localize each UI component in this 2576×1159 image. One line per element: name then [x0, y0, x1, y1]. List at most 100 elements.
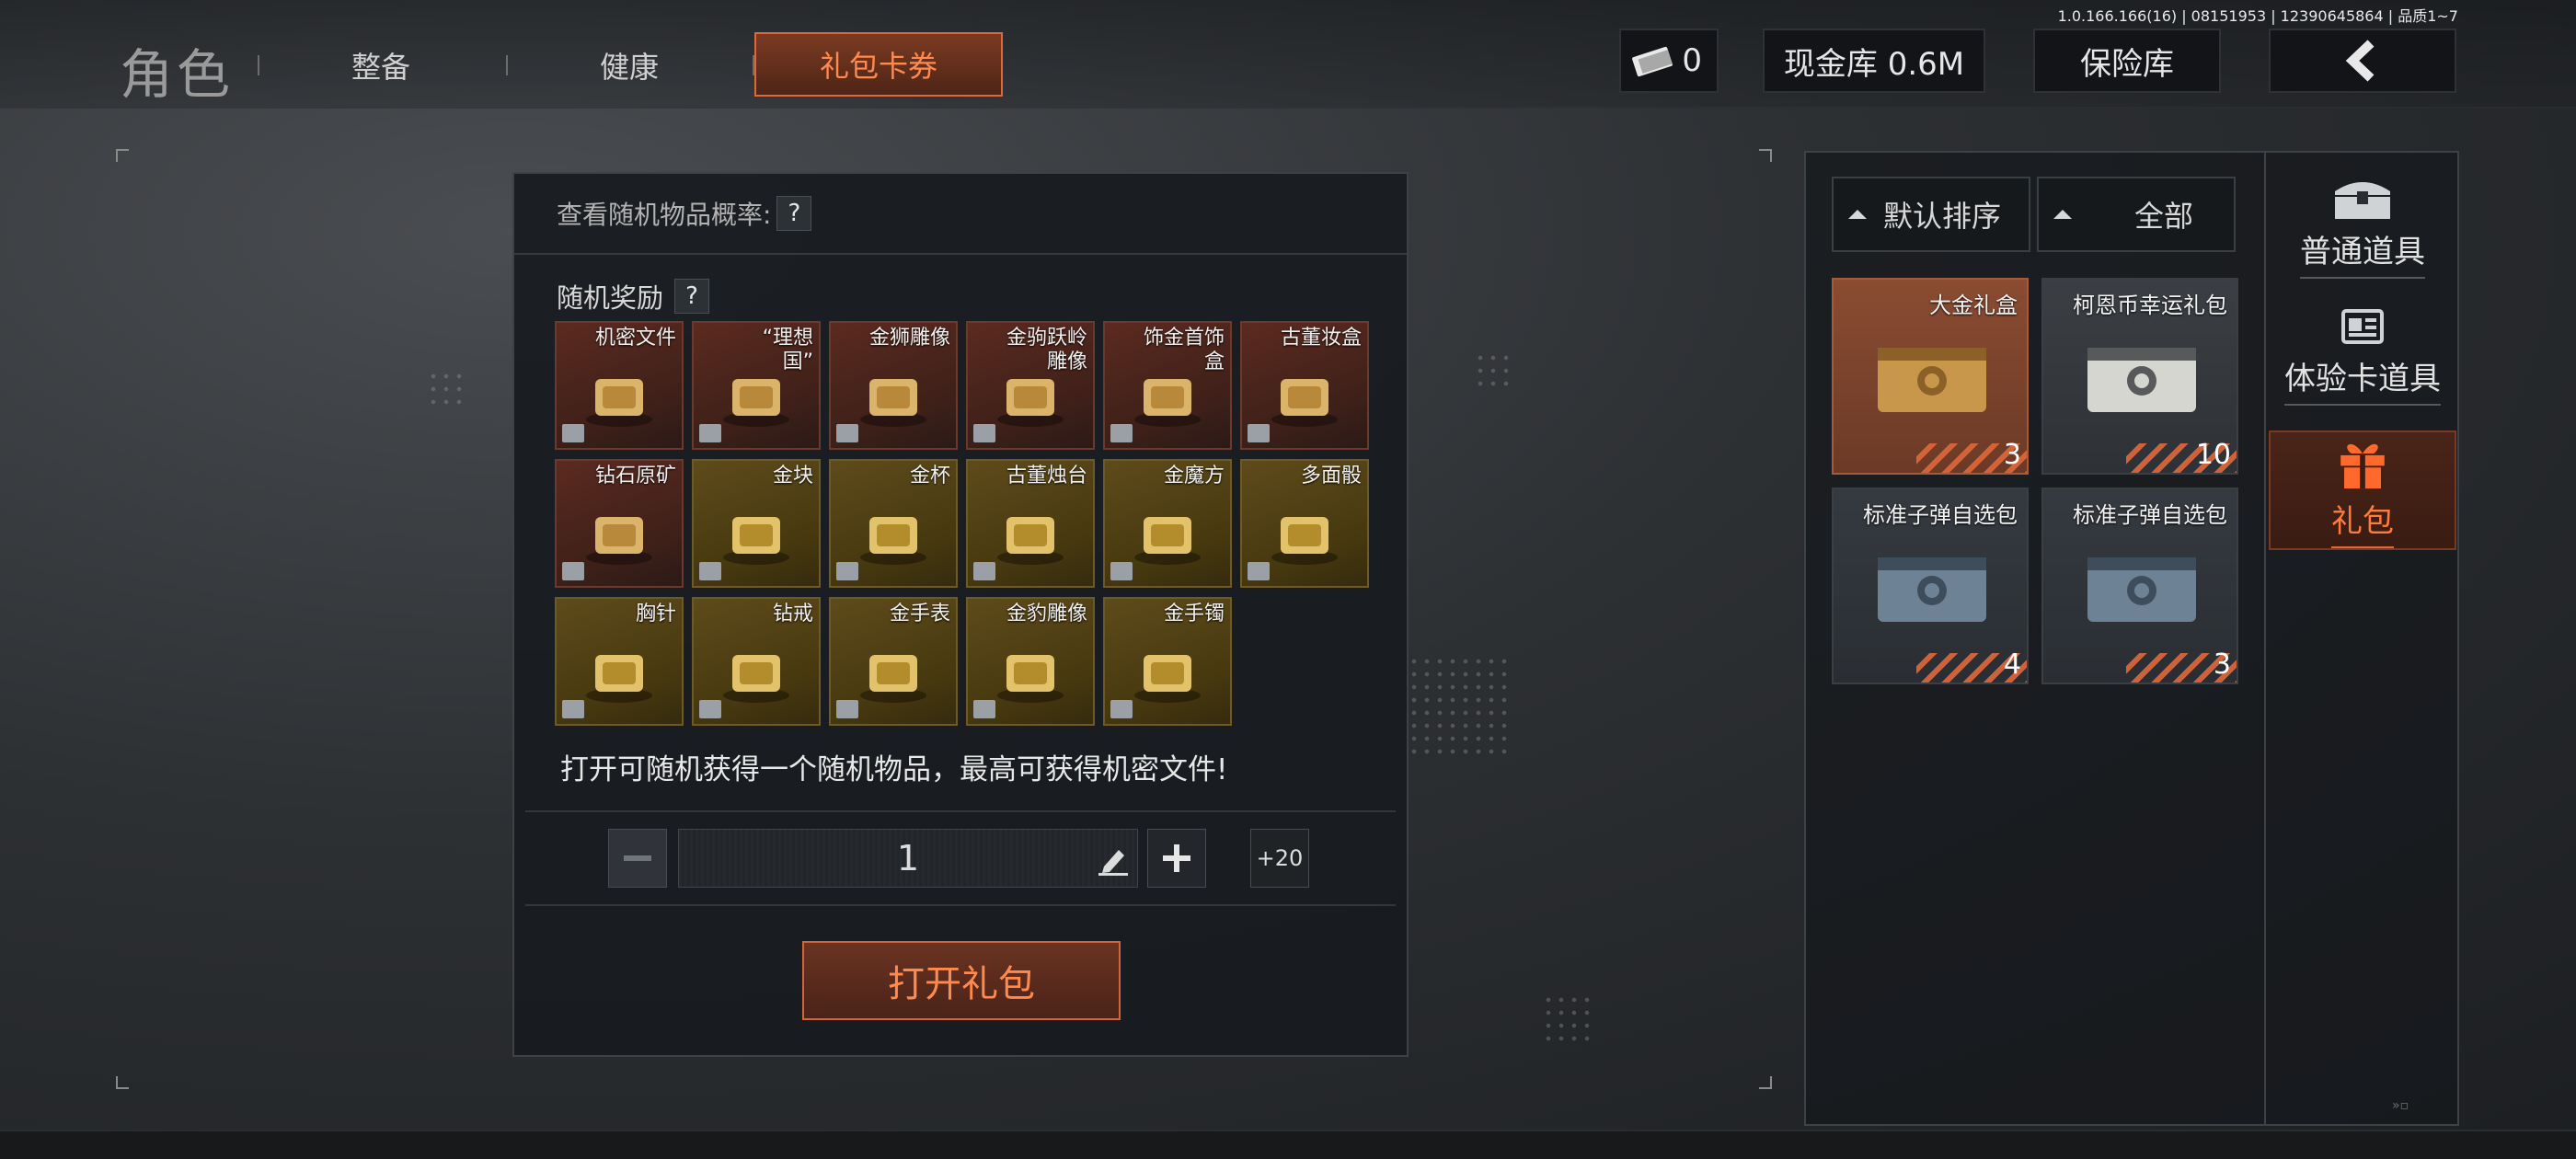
- item-box-icon: [699, 700, 721, 718]
- reward-item-label: 古董妆盒: [1280, 327, 1362, 350]
- gold-cube-icon: [1134, 516, 1201, 565]
- quantity-value: 1: [896, 838, 920, 878]
- category-divider: [2264, 153, 2266, 1124]
- reward-item[interactable]: 饰金首饰 盒: [1103, 321, 1232, 450]
- frame-corner: [1759, 149, 1772, 162]
- inventory-card[interactable]: 标准子弹自选包 3: [2041, 488, 2238, 684]
- safe-vault-button[interactable]: 保险库: [2033, 29, 2221, 93]
- edit-pencil-icon: [1098, 850, 1128, 876]
- reward-item-label: 机密文件: [594, 327, 676, 350]
- inventory-card[interactable]: 大金礼盒 3: [1832, 278, 2029, 475]
- reward-item[interactable]: 胸针: [555, 597, 684, 726]
- category-normal-items[interactable]: 普通道具: [2269, 175, 2456, 289]
- divider: [525, 810, 1396, 812]
- reward-item[interactable]: 钻石原矿: [555, 459, 684, 588]
- expand-icon: »▫: [2392, 1098, 2409, 1113]
- decor-dots: [1474, 351, 1511, 388]
- raw-diamond-icon: [586, 516, 652, 565]
- item-box-icon: [699, 562, 721, 580]
- gold-cup-icon: [860, 516, 926, 565]
- filter-dropdown[interactable]: 全部: [2037, 177, 2236, 252]
- quantity-input[interactable]: 1: [678, 829, 1138, 888]
- sort-dropdown[interactable]: 默认排序: [1832, 177, 2030, 252]
- reward-item[interactable]: 金魔方: [1103, 459, 1232, 588]
- caret-up-icon: [2053, 210, 2072, 219]
- tab-equipment[interactable]: 整备: [351, 44, 410, 86]
- reward-item[interactable]: 金狮雕像: [829, 321, 958, 450]
- ammo-box-icon: [1878, 557, 1986, 622]
- decor-dots: [427, 370, 464, 407]
- inventory-card[interactable]: 标准子弹自选包 4: [1832, 488, 2029, 684]
- decor-dots: [1542, 993, 1593, 1045]
- chest-icon: [2335, 182, 2390, 219]
- gold-leopard-icon: [997, 654, 1064, 703]
- cash-vault-button[interactable]: 现金库 0.6M: [1763, 29, 1985, 93]
- reward-item-label: 胸针: [635, 602, 676, 625]
- item-box-icon: [836, 700, 858, 718]
- item-box-icon: [1110, 424, 1133, 442]
- reward-item[interactable]: 古董妆盒: [1240, 321, 1369, 450]
- coin-case-icon: [2087, 348, 2196, 412]
- reward-item[interactable]: 金手表: [829, 597, 958, 726]
- currency-counter: 0: [1619, 29, 1719, 93]
- reward-item[interactable]: 金手镯: [1103, 597, 1232, 726]
- plus-icon: [1163, 844, 1190, 872]
- item-box-icon: [562, 562, 584, 580]
- inventory-card-count: 4: [2003, 648, 2021, 681]
- inventory-card-label: 柯恩币幸运礼包: [2073, 293, 2227, 318]
- probability-help-button[interactable]: ?: [776, 196, 812, 231]
- inventory-card[interactable]: 柯恩币幸运礼包 10: [2041, 278, 2238, 475]
- page-title: 角色: [120, 43, 235, 106]
- quantity-plus-20-button[interactable]: +20: [1250, 829, 1309, 888]
- category-label: 礼包: [2331, 496, 2394, 548]
- filter-label: 全部: [2134, 199, 2194, 234]
- reward-item[interactable]: 多面骰: [1240, 459, 1369, 588]
- sort-label: 默认排序: [1883, 199, 2002, 234]
- inventory-card-count: 3: [2003, 439, 2021, 471]
- reward-item-label: 金手表: [889, 602, 950, 625]
- reward-item[interactable]: 金杯: [829, 459, 958, 588]
- reward-item[interactable]: 钻戒: [692, 597, 821, 726]
- category-gift-packs[interactable]: 礼包: [2269, 430, 2456, 550]
- quantity-decrease-button[interactable]: [608, 829, 667, 888]
- currency-count: 0: [1682, 42, 1702, 79]
- category-trial-cards[interactable]: 体验卡道具: [2269, 305, 2456, 419]
- item-box-icon: [973, 424, 995, 442]
- reward-item[interactable]: 金驹跃岭 雕像: [966, 321, 1095, 450]
- reward-help-button[interactable]: ?: [674, 279, 710, 314]
- reward-item[interactable]: 机密文件: [555, 321, 684, 450]
- item-box-icon: [836, 424, 858, 442]
- candlestick-icon: [997, 516, 1064, 565]
- gold-watch-icon: [860, 654, 926, 703]
- reward-item-label: 金驹跃岭 雕像: [1006, 327, 1087, 373]
- decor-dots: [1408, 655, 1509, 756]
- gift-icon: [2340, 443, 2385, 489]
- reward-item-label: 多面骰: [1300, 465, 1362, 488]
- tab-gift-vouchers[interactable]: 礼包卡券: [754, 32, 1003, 97]
- inventory-card-count: 10: [2195, 439, 2231, 471]
- brooch-icon: [586, 654, 652, 703]
- quantity-increase-button[interactable]: [1147, 829, 1206, 888]
- inventory-card-label: 大金礼盒: [1929, 293, 2018, 318]
- reward-item[interactable]: 金块: [692, 459, 821, 588]
- inventory-card-count: 3: [2213, 648, 2231, 681]
- back-button[interactable]: [2269, 29, 2456, 93]
- probability-row: 查看随机物品概率: ?: [514, 174, 1407, 255]
- item-box-icon: [1248, 562, 1270, 580]
- divider: [525, 904, 1396, 906]
- frame-corner: [116, 1076, 129, 1089]
- reward-item[interactable]: “理想 国”: [692, 321, 821, 450]
- antique-case-icon: [1271, 378, 1338, 427]
- classified-file-icon: [586, 378, 652, 427]
- tab-health[interactable]: 健康: [600, 44, 659, 86]
- ticket-icon: [1632, 46, 1673, 77]
- open-gift-button[interactable]: 打开礼包: [802, 941, 1121, 1020]
- gold-bracelet-icon: [1134, 654, 1201, 703]
- item-box-icon: [973, 562, 995, 580]
- reward-item[interactable]: 古董烛台: [966, 459, 1095, 588]
- item-box-icon: [562, 700, 584, 718]
- reward-item-label: 古董烛台: [1006, 465, 1087, 488]
- reward-item[interactable]: 金豹雕像: [966, 597, 1095, 726]
- category-label: 体验卡道具: [2284, 353, 2441, 406]
- tab-separator: [506, 55, 508, 75]
